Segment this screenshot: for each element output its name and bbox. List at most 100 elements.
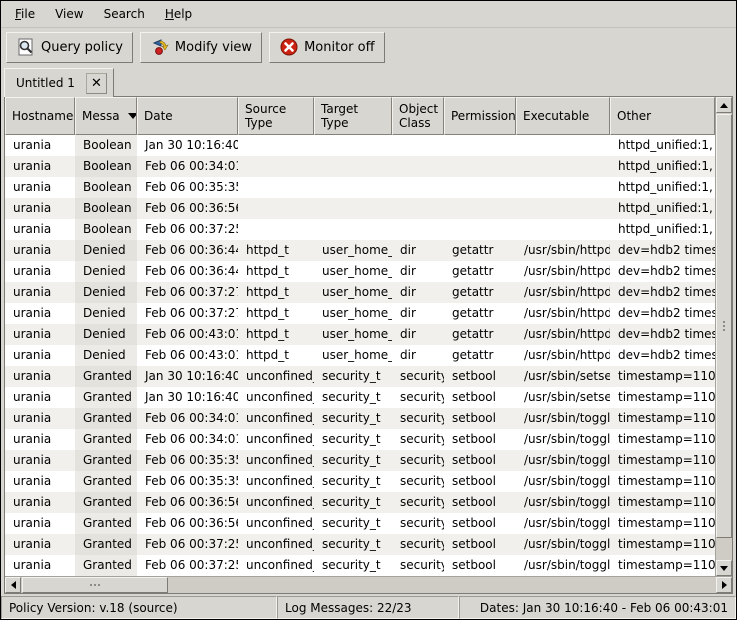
column-header-hostname[interactable]: Hostname [5, 97, 75, 135]
cell-target_type[interactable]: user_home_ [314, 261, 392, 282]
cell-target_type[interactable]: security_t [314, 387, 392, 408]
horizontal-scrollbar[interactable] [5, 576, 732, 593]
cell-hostname[interactable]: urania [5, 513, 75, 534]
log-row[interactable]: uraniaGrantedFeb 06 00:36:56unconfined_s… [5, 513, 715, 534]
cell-hostname[interactable]: urania [5, 156, 75, 177]
cell-other[interactable]: dev=hdb2 timesta [610, 303, 715, 324]
cell-source_type[interactable] [238, 219, 314, 240]
cell-message[interactable]: Boolean [75, 156, 137, 177]
cell-hostname[interactable]: urania [5, 240, 75, 261]
cell-permission[interactable]: setbool [444, 429, 516, 450]
cell-object_class[interactable]: security [392, 429, 444, 450]
cell-permission[interactable]: setbool [444, 387, 516, 408]
cell-message[interactable]: Boolean [75, 219, 137, 240]
cell-source_type[interactable]: unconfined_ [238, 450, 314, 471]
cell-source_type[interactable]: unconfined_ [238, 555, 314, 576]
log-row[interactable]: uraniaGrantedFeb 06 00:35:35unconfined_s… [5, 450, 715, 471]
cell-date[interactable]: Feb 06 00:37:27 [137, 303, 238, 324]
cell-hostname[interactable]: urania [5, 261, 75, 282]
cell-other[interactable]: timestamp=11076 [610, 429, 715, 450]
cell-other[interactable]: httpd_unified:1, h [610, 219, 715, 240]
cell-permission[interactable]: setbool [444, 534, 516, 555]
cell-message[interactable]: Granted [75, 471, 137, 492]
cell-permission[interactable] [444, 198, 516, 219]
cell-object_class[interactable]: security [392, 555, 444, 576]
cell-hostname[interactable]: urania [5, 198, 75, 219]
tab-close-button[interactable]: ✕ [86, 73, 107, 94]
cell-target_type[interactable] [314, 135, 392, 156]
scroll-up-button[interactable] [716, 97, 732, 113]
cell-target_type[interactable]: user_home_ [314, 282, 392, 303]
menu-search[interactable]: Search [94, 3, 155, 25]
log-row[interactable]: uraniaDeniedFeb 06 00:43:01httpd_tuser_h… [5, 324, 715, 345]
log-row[interactable]: uraniaDeniedFeb 06 00:36:44httpd_tuser_h… [5, 240, 715, 261]
column-header-target-type[interactable]: Target Type [314, 97, 392, 135]
cell-object_class[interactable]: security [392, 471, 444, 492]
cell-date[interactable]: Feb 06 00:34:01 [137, 156, 238, 177]
log-row[interactable]: uraniaDeniedFeb 06 00:43:01httpd_tuser_h… [5, 345, 715, 366]
cell-message[interactable]: Granted [75, 387, 137, 408]
cell-executable[interactable]: /usr/sbin/toggle [516, 471, 610, 492]
cell-target_type[interactable]: security_t [314, 555, 392, 576]
cell-object_class[interactable]: dir [392, 240, 444, 261]
cell-object_class[interactable] [392, 198, 444, 219]
cell-permission[interactable]: getattr [444, 345, 516, 366]
cell-date[interactable]: Jan 30 10:16:40 [137, 135, 238, 156]
cell-other[interactable]: dev=hdb2 timesta [610, 282, 715, 303]
cell-object_class[interactable]: dir [392, 324, 444, 345]
cell-permission[interactable] [444, 177, 516, 198]
cell-date[interactable]: Feb 06 00:36:44 [137, 240, 238, 261]
modify-view-button[interactable]: Modify view [140, 32, 262, 63]
cell-source_type[interactable]: httpd_t [238, 282, 314, 303]
cell-executable[interactable] [516, 135, 610, 156]
cell-message[interactable]: Granted [75, 429, 137, 450]
cell-target_type[interactable]: security_t [314, 429, 392, 450]
cell-date[interactable]: Feb 06 00:35:35 [137, 471, 238, 492]
cell-source_type[interactable]: unconfined_ [238, 492, 314, 513]
cell-source_type[interactable]: httpd_t [238, 261, 314, 282]
cell-hostname[interactable]: urania [5, 450, 75, 471]
cell-object_class[interactable]: dir [392, 345, 444, 366]
column-header-source-type[interactable]: Source Type [238, 97, 314, 135]
cell-executable[interactable]: /usr/sbin/httpd [516, 345, 610, 366]
cell-object_class[interactable]: dir [392, 261, 444, 282]
cell-other[interactable]: httpd_unified:1, h [610, 135, 715, 156]
cell-message[interactable]: Boolean [75, 177, 137, 198]
cell-date[interactable]: Feb 06 00:36:44 [137, 261, 238, 282]
cell-executable[interactable]: /usr/sbin/httpd [516, 282, 610, 303]
menu-file[interactable]: File [5, 3, 45, 25]
cell-message[interactable]: Boolean [75, 198, 137, 219]
cell-permission[interactable] [444, 156, 516, 177]
cell-message[interactable]: Granted [75, 366, 137, 387]
cell-permission[interactable]: setbool [444, 513, 516, 534]
cell-other[interactable]: dev=hdb2 timesta [610, 324, 715, 345]
cell-other[interactable]: timestamp=11071 [610, 387, 715, 408]
cell-other[interactable]: dev=hdb2 timesta [610, 261, 715, 282]
cell-source_type[interactable] [238, 177, 314, 198]
log-row[interactable]: uraniaBooleanJan 30 10:16:40 httpd_unifie… [5, 135, 715, 156]
cell-object_class[interactable]: security [392, 492, 444, 513]
cell-executable[interactable]: /usr/sbin/httpd [516, 303, 610, 324]
cell-hostname[interactable]: urania [5, 471, 75, 492]
cell-date[interactable]: Jan 30 10:16:40 [137, 366, 238, 387]
cell-source_type[interactable]: unconfined_ [238, 513, 314, 534]
cell-target_type[interactable]: security_t [314, 408, 392, 429]
log-row[interactable]: uraniaDeniedFeb 06 00:36:44httpd_tuser_h… [5, 261, 715, 282]
cell-message[interactable]: Boolean [75, 135, 137, 156]
cell-target_type[interactable]: user_home_ [314, 240, 392, 261]
cell-permission[interactable]: getattr [444, 324, 516, 345]
cell-hostname[interactable]: urania [5, 282, 75, 303]
cell-other[interactable]: timestamp=11076 [610, 471, 715, 492]
cell-date[interactable]: Feb 06 00:36:56 [137, 492, 238, 513]
cell-target_type[interactable] [314, 198, 392, 219]
cell-other[interactable]: dev=hdb2 timesta [610, 345, 715, 366]
cell-message[interactable]: Denied [75, 261, 137, 282]
cell-other[interactable]: httpd_unified:1, h [610, 156, 715, 177]
cell-permission[interactable] [444, 219, 516, 240]
column-header-executable[interactable]: Executable [516, 97, 610, 135]
cell-hostname[interactable]: urania [5, 303, 75, 324]
cell-permission[interactable]: setbool [444, 471, 516, 492]
cell-hostname[interactable]: urania [5, 135, 75, 156]
cell-other[interactable]: timestamp=11076 [610, 450, 715, 471]
cell-hostname[interactable]: urania [5, 555, 75, 576]
